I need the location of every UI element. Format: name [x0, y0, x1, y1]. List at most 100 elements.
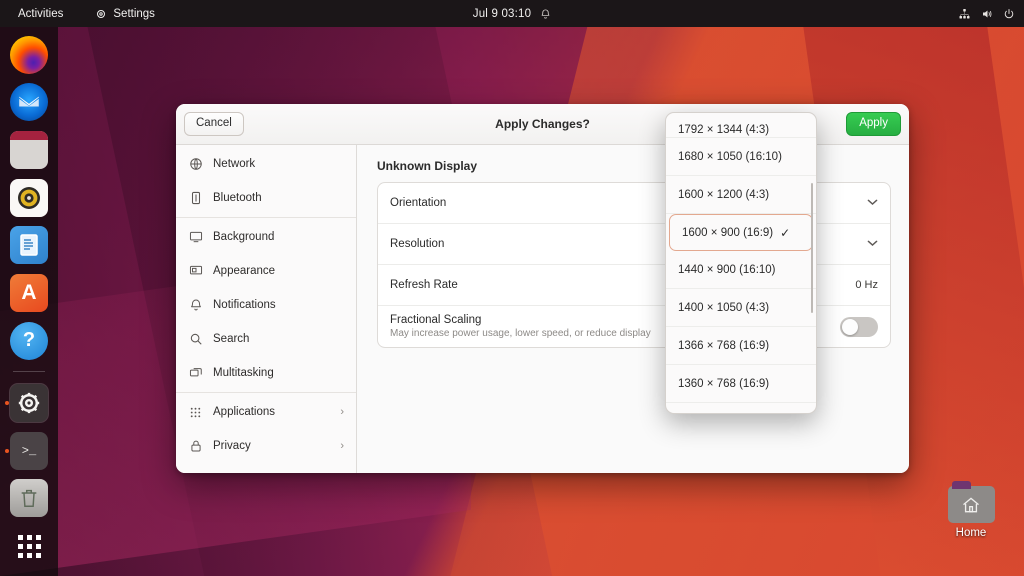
sidebar-item-network[interactable]: Network: [176, 147, 356, 181]
dock-item-libreoffice-writer[interactable]: [7, 226, 51, 266]
resolution-option-label: 1600 × 900 (16:9): [682, 226, 774, 239]
sidebar-item-appearance[interactable]: Appearance: [176, 254, 356, 288]
sidebar-item-applications[interactable]: Applications ›: [176, 395, 356, 429]
home-folder-icon: [947, 481, 995, 523]
sidebar-item-notifications[interactable]: Notifications: [176, 288, 356, 322]
bell-icon: [188, 298, 203, 313]
resolution-option-label: 1600 × 1200 (4:3): [678, 188, 770, 201]
dock-item-ubuntu-software[interactable]: A: [7, 273, 51, 313]
resolution-option[interactable]: 1360 × 768 (16:9): [666, 365, 816, 403]
resolution-option[interactable]: 1440 × 900 (16:10): [666, 251, 816, 289]
gnome-top-bar: Activities Settings Jul 9 03:10: [0, 0, 1024, 27]
sidebar-item-label: Privacy: [213, 440, 251, 452]
lock-icon: [188, 439, 203, 454]
toggle-switch[interactable]: [840, 316, 878, 337]
chevron-right-icon: ›: [340, 406, 344, 418]
bluetooth-icon: [188, 191, 203, 206]
sidebar-item-search[interactable]: Search: [176, 322, 356, 356]
resolution-option-label: 1360 × 768 (16:9): [678, 377, 770, 390]
dock-item-trash[interactable]: [7, 479, 51, 519]
dock-divider: [13, 371, 45, 373]
resolution-dropdown-popup: 1792 × 1344 (4:3) 1680 × 1050 (16:10) 16…: [665, 112, 817, 414]
bell-icon: [540, 8, 551, 20]
activities-button[interactable]: Activities: [9, 6, 72, 22]
firefox-icon: [10, 35, 48, 74]
search-icon: [188, 332, 203, 347]
resolution-option-label: 1440 × 900 (16:10): [678, 263, 776, 276]
resolution-option[interactable]: 1366 × 768 (16:9): [666, 327, 816, 365]
refresh-rate-value[interactable]: 0 Hz: [855, 279, 878, 291]
dock-item-help[interactable]: ?: [7, 321, 51, 361]
thunderbird-icon: [10, 83, 48, 122]
dock-item-firefox[interactable]: [7, 35, 51, 75]
ubuntu-software-icon: A: [10, 274, 48, 313]
resolution-option[interactable]: 1400 × 1050 (4:3): [666, 289, 816, 327]
volume-icon: [980, 8, 994, 20]
popup-scrollbar[interactable]: [810, 183, 813, 313]
rhythmbox-icon: [10, 178, 48, 217]
show-applications-button[interactable]: [7, 526, 51, 566]
dock-item-thunderbird[interactable]: [7, 83, 51, 123]
sidebar-item-label: Background: [213, 231, 275, 243]
fractional-scaling-toggle[interactable]: [840, 316, 878, 337]
settings-gear-icon: [95, 8, 107, 20]
chevron-right-icon: ›: [340, 440, 344, 452]
display-settings-panel: Unknown Display Orientation Resolution R…: [357, 145, 909, 473]
resolution-option[interactable]: 1600 × 1200 (4:3): [666, 176, 816, 214]
appearance-icon: [188, 264, 203, 279]
clock-label[interactable]: Jul 9 03:10: [473, 8, 531, 20]
resolution-dropdown[interactable]: [867, 238, 878, 250]
sidebar-item-label: Search: [213, 333, 250, 345]
resolution-option[interactable]: 1680 × 1050 (16:10): [666, 138, 816, 176]
chevron-down-icon: [867, 238, 878, 250]
sidebar-item-bluetooth[interactable]: Bluetooth: [176, 181, 356, 215]
sidebar-item-label: Appearance: [213, 265, 276, 277]
ubuntu-dock: A ? >_: [0, 27, 58, 576]
network-globe-icon: [188, 157, 203, 172]
dock-item-files[interactable]: [7, 130, 51, 170]
apps-grid-icon: [17, 534, 41, 558]
sidebar-item-label: Applications: [213, 406, 276, 418]
chevron-down-icon: [867, 197, 878, 209]
apps-grid-icon: [188, 405, 203, 420]
sidebar-item-label: Network: [213, 158, 256, 170]
sidebar-separator: [176, 217, 356, 218]
settings-gear-icon: [10, 384, 48, 423]
sidebar-item-label: Notifications: [213, 299, 276, 311]
sidebar-separator: [176, 392, 356, 393]
sidebar-item-privacy[interactable]: Privacy ›: [176, 429, 356, 463]
resolution-option-label: 1680 × 1050 (16:10): [678, 150, 782, 163]
resolution-option-label: 1792 × 1344 (4:3): [678, 124, 770, 136]
settings-sidebar: Network Bluetooth Background Appearance …: [176, 145, 357, 473]
multitasking-icon: [188, 366, 203, 381]
orientation-dropdown[interactable]: [867, 197, 878, 209]
topbar-status-area[interactable]: [958, 8, 1015, 20]
sidebar-item-online-accounts[interactable]: Online Accounts: [176, 463, 356, 473]
topbar-app-menu[interactable]: Settings: [88, 6, 162, 22]
sidebar-item-background[interactable]: Background: [176, 220, 356, 254]
resolution-option-selected[interactable]: 1600 × 900 (16:9) ✓: [669, 214, 813, 251]
cloud-icon: [188, 473, 203, 474]
desktop-icon-home[interactable]: Home: [932, 481, 1010, 539]
network-icon: [958, 8, 971, 20]
sidebar-item-label: Bluetooth: [213, 192, 262, 204]
libreoffice-writer-icon: [10, 226, 48, 265]
sidebar-item-label: Multitasking: [213, 367, 274, 379]
dock-item-rhythmbox[interactable]: [7, 178, 51, 218]
dock-item-terminal[interactable]: >_: [7, 431, 51, 471]
apply-button[interactable]: Apply: [846, 112, 901, 136]
resolution-option[interactable]: 1792 × 1344 (4:3): [666, 116, 816, 138]
resolution-option-label: 1400 × 1050 (4:3): [678, 301, 770, 314]
resolution-option-label: 1366 × 768 (16:9): [678, 339, 770, 352]
trash-icon: [10, 479, 48, 518]
help-icon: ?: [10, 321, 48, 360]
desktop-icon-label: Home: [955, 527, 987, 539]
background-icon: [188, 230, 203, 245]
terminal-icon: >_: [10, 431, 48, 470]
topbar-app-name: Settings: [113, 7, 155, 20]
dock-item-settings[interactable]: [7, 383, 51, 423]
check-icon: ✓: [780, 225, 791, 240]
cancel-button[interactable]: Cancel: [184, 112, 244, 136]
sidebar-item-multitasking[interactable]: Multitasking: [176, 356, 356, 390]
files-folder-icon: [10, 131, 48, 170]
